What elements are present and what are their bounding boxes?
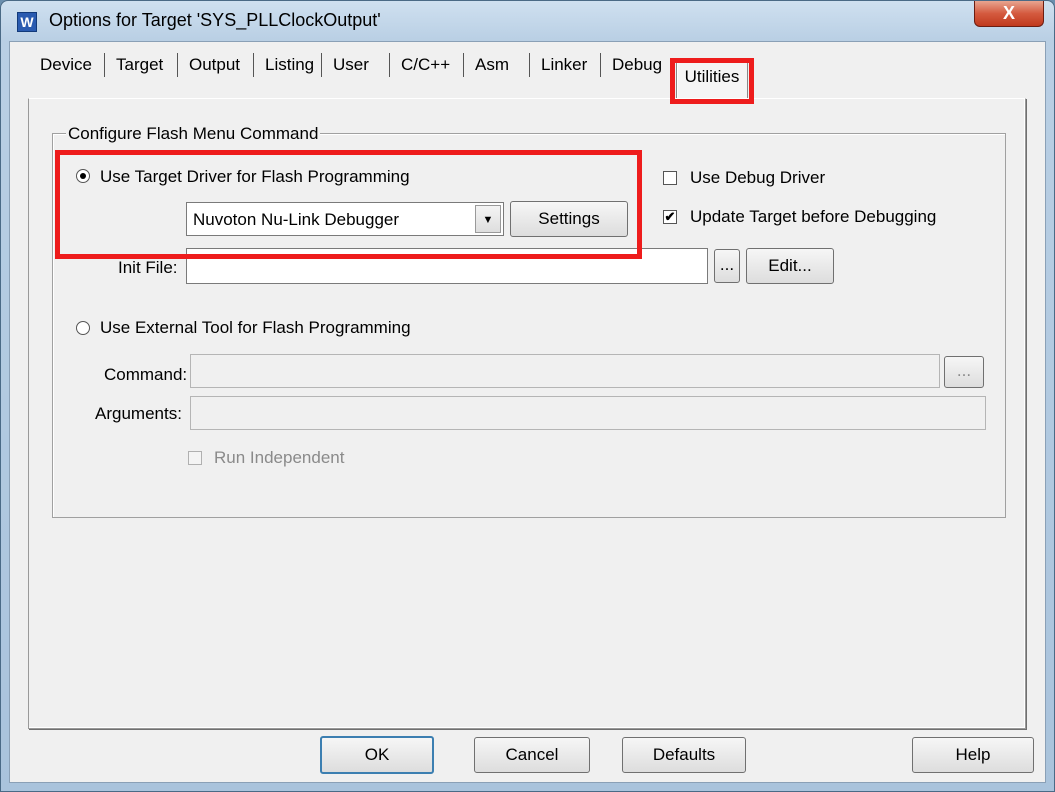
ok-button[interactable]: OK — [320, 736, 434, 774]
tab-separator — [177, 53, 178, 77]
tab-separator — [600, 53, 601, 77]
tab-debug[interactable]: Debug — [606, 50, 668, 80]
tab-c-cpp[interactable]: C/C++ — [395, 50, 456, 80]
tab-linker[interactable]: Linker — [535, 50, 593, 80]
tab-user[interactable]: User — [327, 50, 375, 80]
command-input[interactable] — [190, 354, 940, 388]
use-debug-driver-label[interactable]: Use Debug Driver — [690, 168, 825, 188]
tab-separator — [321, 53, 322, 77]
init-file-label: Init File: — [118, 258, 178, 277]
tab-separator — [529, 53, 530, 77]
highlight-box-target-driver — [55, 150, 642, 259]
use-debug-driver-checkbox[interactable] — [663, 171, 677, 185]
run-independent-label[interactable]: Run Independent — [214, 448, 344, 468]
highlight-box-utilities-tab — [670, 58, 754, 104]
run-independent-checkbox[interactable] — [188, 451, 202, 465]
tab-target[interactable]: Target — [110, 50, 169, 80]
cancel-button[interactable]: Cancel — [474, 737, 590, 773]
window-title: Options for Target 'SYS_PLLClockOutput' — [49, 10, 381, 30]
tab-output[interactable]: Output — [183, 50, 246, 80]
edit-button[interactable]: Edit... — [746, 248, 834, 284]
command-browse-button[interactable]: ... — [944, 356, 984, 388]
defaults-button[interactable]: Defaults — [622, 737, 746, 773]
use-external-tool-label[interactable]: Use External Tool for Flash Programming — [100, 318, 411, 338]
groupbox-legend: Configure Flash Menu Command — [66, 124, 321, 144]
title-bar[interactable]: W Options for Target 'SYS_PLLClockOutput… — [1, 1, 1054, 41]
update-target-label[interactable]: Update Target before Debugging — [690, 207, 936, 227]
tab-listing[interactable]: Listing — [259, 50, 320, 80]
tab-separator — [253, 53, 254, 77]
tab-separator — [389, 53, 390, 77]
close-button[interactable]: X — [974, 1, 1044, 27]
use-external-tool-radio[interactable] — [76, 321, 90, 335]
tab-device[interactable]: Device — [34, 50, 98, 80]
arguments-label: Arguments: — [95, 404, 182, 423]
update-target-checkbox[interactable]: ✔ — [663, 210, 677, 224]
command-label: Command: — [104, 365, 188, 384]
arguments-input[interactable] — [190, 396, 986, 430]
help-button[interactable]: Help — [912, 737, 1034, 773]
tab-separator — [104, 53, 105, 77]
uvision-app-icon: W — [17, 12, 37, 32]
init-file-browse-button[interactable]: ... — [714, 249, 740, 283]
tab-separator — [463, 53, 464, 77]
tab-asm[interactable]: Asm — [469, 50, 515, 80]
